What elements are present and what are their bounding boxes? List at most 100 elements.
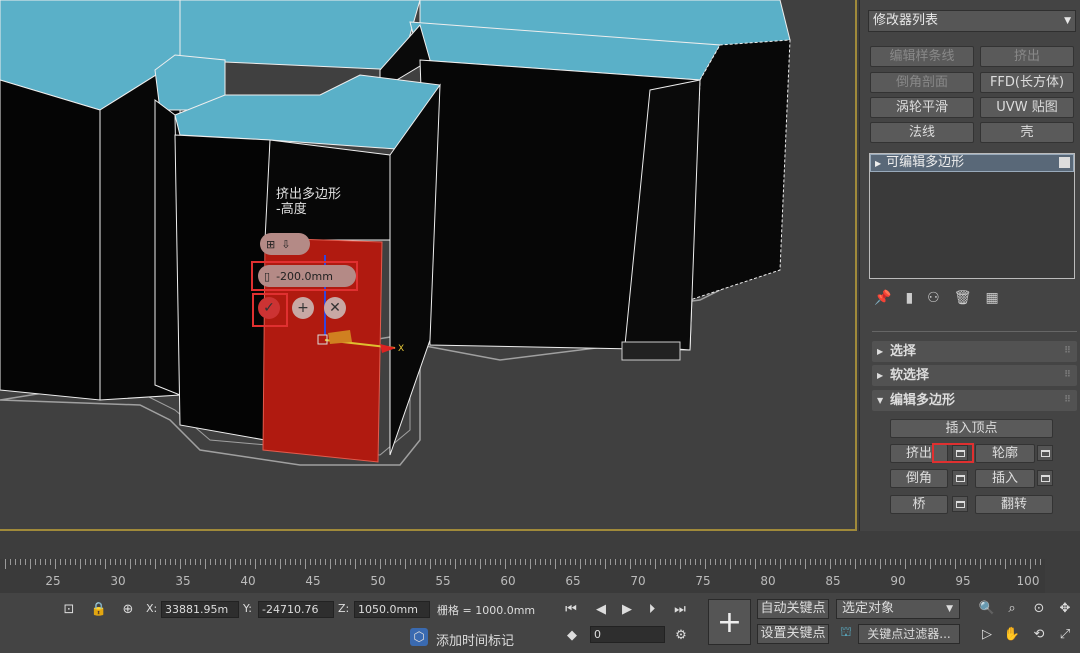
stack-item-editable-poly[interactable]: ▶ 可编辑多边形 bbox=[870, 154, 1074, 172]
absolute-mode-icon[interactable]: ⊕ bbox=[119, 600, 137, 618]
zoom-icon[interactable]: 🔍 bbox=[978, 599, 996, 617]
timeline-tick bbox=[865, 559, 866, 565]
timeline-tick bbox=[810, 559, 811, 565]
timeline-tick bbox=[985, 559, 986, 565]
flip-button[interactable]: 翻转 bbox=[975, 495, 1053, 514]
modifier-button-extrude[interactable]: 挤出 bbox=[980, 46, 1074, 67]
cancel-icon[interactable]: ✕ bbox=[324, 297, 346, 319]
timeline-tick bbox=[995, 559, 996, 565]
caddy-type-dropdown[interactable]: ⊞ ⇩ bbox=[260, 233, 310, 255]
rollout-soft-selection[interactable]: ▶ 软选择 ⠿ bbox=[872, 365, 1077, 386]
highlight-box-extrude-settings bbox=[932, 443, 974, 463]
isolate-selection-icon[interactable]: ⊡ bbox=[60, 600, 78, 618]
stack-toggle-icon[interactable] bbox=[1059, 157, 1070, 168]
timeline-tick bbox=[770, 559, 771, 565]
outline-settings-icon[interactable] bbox=[1037, 445, 1053, 461]
go-to-start-icon[interactable]: ⏮ bbox=[562, 600, 580, 618]
timeline-tick bbox=[1015, 559, 1016, 565]
timeline-tick bbox=[180, 559, 181, 569]
timeline-tick bbox=[720, 559, 721, 565]
timeline-tick bbox=[960, 559, 961, 565]
viewport-perspective[interactable]: 挤出多边形 -高度 ⊞ ⇩ ▯ -200.0mm ✓ + ✕ X bbox=[0, 0, 857, 531]
y-coordinate-field[interactable]: -24710.76 bbox=[258, 601, 334, 618]
zoom-extents-icon[interactable]: ⊙ bbox=[1030, 599, 1048, 617]
timeline-tick bbox=[30, 559, 31, 569]
timeline-tick bbox=[255, 559, 256, 569]
timeline-tick bbox=[165, 559, 166, 565]
timeline-tick bbox=[815, 559, 816, 565]
timeline-tick bbox=[100, 559, 101, 565]
go-to-end-icon[interactable]: ⏭ bbox=[671, 600, 689, 618]
make-unique-icon[interactable]: ⚇ bbox=[927, 290, 940, 306]
set-key-icon[interactable]: + bbox=[708, 599, 751, 645]
insert-vertex-button[interactable]: 插入顶点 bbox=[890, 419, 1053, 438]
inset-button[interactable]: 插入 bbox=[975, 469, 1035, 488]
previous-frame-icon[interactable]: ◀ bbox=[592, 600, 610, 618]
timeline-tick bbox=[725, 559, 726, 565]
modifier-button-ffd-box[interactable]: FFD(长方体) bbox=[980, 72, 1074, 93]
modifier-button-shell[interactable]: 壳 bbox=[980, 122, 1074, 143]
modifier-button-uvw-map[interactable]: UVW 贴图 bbox=[980, 97, 1074, 118]
next-frame-icon[interactable]: ⏵ bbox=[643, 600, 661, 618]
modifier-button-bevel-profile[interactable]: 倒角剖面 bbox=[870, 72, 974, 93]
highlight-box-height bbox=[251, 261, 358, 291]
time-tag-icon[interactable]: ⬡ bbox=[410, 628, 428, 646]
bevel-button[interactable]: 倒角 bbox=[890, 469, 948, 488]
timeline-tick-label: 40 bbox=[240, 574, 256, 588]
zoom-extents-all-icon[interactable]: ✥ bbox=[1056, 599, 1074, 617]
selected-object-dropdown[interactable]: 选定对象 ▼ bbox=[836, 599, 960, 619]
timeline-tick bbox=[70, 559, 71, 565]
timeline-tick bbox=[450, 559, 451, 565]
show-end-result-icon[interactable]: ▮ bbox=[905, 290, 913, 306]
separator bbox=[872, 331, 1077, 332]
timeline-tick bbox=[870, 559, 871, 565]
scene-3d-model bbox=[0, 0, 791, 466]
timeline-tick bbox=[335, 559, 336, 565]
modifier-button-normal[interactable]: 法线 bbox=[870, 122, 974, 143]
key-mode-icon[interactable]: ◆ bbox=[563, 626, 581, 644]
key-filters-button[interactable]: 关键点过滤器... bbox=[858, 624, 960, 644]
rollout-selection[interactable]: ▶ 选择 ⠿ bbox=[872, 341, 1077, 362]
configure-modifier-sets-icon[interactable]: ▦ bbox=[986, 290, 999, 306]
pan-icon[interactable]: ✋ bbox=[1003, 625, 1021, 643]
timeline-tick bbox=[930, 559, 931, 569]
timeline-tick bbox=[605, 559, 606, 569]
bridge-settings-icon[interactable] bbox=[952, 496, 968, 512]
timeline-tick bbox=[735, 559, 736, 565]
add-time-tag-button[interactable]: 添加时间标记 bbox=[436, 630, 514, 649]
timeline-ruler[interactable]: 25 30 35 40 45 50 55 60 65 70 75 80 85 90 95 100 bbox=[0, 559, 1045, 593]
timeline-tick bbox=[25, 559, 26, 565]
outline-button[interactable]: 轮廓 bbox=[975, 444, 1035, 463]
bevel-settings-icon[interactable] bbox=[952, 470, 968, 486]
rollout-edit-polygons[interactable]: ▼ 编辑多边形 ⠿ bbox=[872, 390, 1077, 411]
lock-icon[interactable]: 🔒 bbox=[90, 600, 108, 618]
timeline-tick bbox=[385, 559, 386, 565]
remove-modifier-icon[interactable]: 🗑 bbox=[954, 290, 972, 306]
expand-icon[interactable]: ▶ bbox=[875, 159, 881, 168]
maximize-viewport-icon[interactable]: ⤢ bbox=[1056, 625, 1074, 643]
auto-key-button[interactable]: 自动关键点 bbox=[757, 599, 829, 619]
timeline-tick bbox=[240, 559, 241, 565]
set-key-button[interactable]: 设置关键点 bbox=[757, 624, 829, 644]
field-of-view-icon[interactable]: ▷ bbox=[978, 625, 996, 643]
timeline-tick bbox=[430, 559, 431, 569]
modifier-button-edit-spline[interactable]: 编辑样条线 bbox=[870, 46, 974, 67]
zoom-all-icon[interactable]: ⌕ bbox=[1003, 599, 1021, 617]
timeline-tick bbox=[575, 559, 576, 565]
pin-stack-icon[interactable]: 📌 bbox=[874, 290, 891, 306]
inset-settings-icon[interactable] bbox=[1037, 470, 1053, 486]
modifier-list-dropdown[interactable]: 修改器列表 ▼ bbox=[868, 10, 1076, 32]
apply-and-continue-icon[interactable]: + bbox=[292, 297, 314, 319]
orbit-icon[interactable]: ⟲ bbox=[1030, 625, 1048, 643]
modifier-button-turbosmooth[interactable]: 涡轮平滑 bbox=[870, 97, 974, 118]
current-frame-field[interactable]: 0 bbox=[590, 626, 665, 643]
play-icon[interactable]: ▶ bbox=[618, 600, 636, 618]
timeline-tick bbox=[205, 559, 206, 569]
timeline-tick bbox=[645, 559, 646, 565]
z-coordinate-field[interactable]: 1050.0mm bbox=[354, 601, 430, 618]
modifier-stack: ▶ 可编辑多边形 bbox=[869, 153, 1075, 279]
bridge-button[interactable]: 桥 bbox=[890, 495, 948, 514]
time-configuration-icon[interactable]: ⚙ bbox=[672, 626, 690, 644]
timeline-tick bbox=[620, 559, 621, 565]
x-coordinate-field[interactable]: 33881.95m bbox=[161, 601, 239, 618]
